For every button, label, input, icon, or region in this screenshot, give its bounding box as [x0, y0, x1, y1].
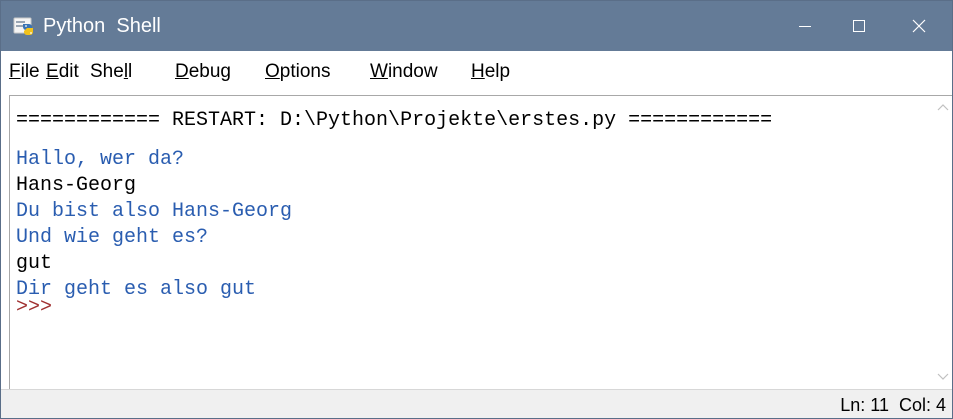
menu-edit[interactable]: Edit [46, 61, 79, 83]
menu-shell-label-start: She [90, 61, 124, 82]
menu-file-label: ile [20, 61, 40, 82]
cursor-position: Ln: 11 Col: 4 [840, 395, 946, 415]
menu-edit-label: dit [58, 61, 79, 82]
menu-edit-mnemonic: E [46, 61, 59, 82]
shell-line-output: Hallo, wer da? [16, 148, 185, 171]
menu-window-label: indow [387, 61, 438, 82]
menu-help-label: elp [484, 61, 511, 82]
close-icon [912, 19, 926, 33]
python-idle-icon [13, 17, 33, 35]
menu-options-label: ptions [279, 61, 331, 82]
menu-debug-mnemonic: D [175, 61, 189, 82]
shell-prompt[interactable]: >>> [16, 295, 52, 321]
maximize-button[interactable] [832, 1, 886, 51]
menu-file[interactable]: File [9, 61, 40, 83]
maximize-icon [853, 20, 865, 32]
shell-line-output: Du bist also Hans-Georg [16, 200, 293, 223]
menu-window-mnemonic: W [370, 61, 388, 82]
python-shell-window: Python Shell File Edit Shell Debug Optio… [0, 0, 953, 419]
menu-debug-label: ebug [188, 61, 232, 82]
menu-help[interactable]: Help [471, 61, 510, 83]
menu-bar: File Edit Shell Debug Options Window Hel… [1, 51, 952, 91]
menu-shell-label-end: l [128, 61, 133, 82]
chevron-up-icon [937, 104, 949, 111]
shell-text-area[interactable]: ============ RESTART: D:\Python\Projekte… [9, 95, 934, 389]
menu-options-mnemonic: O [265, 61, 280, 82]
menu-shell[interactable]: Shell [90, 61, 132, 83]
menu-window[interactable]: Window [370, 61, 438, 83]
minimize-button[interactable] [778, 1, 832, 51]
scroll-down-button[interactable] [934, 368, 952, 386]
close-button[interactable] [886, 1, 952, 51]
scroll-up-button[interactable] [934, 98, 952, 116]
shell-line-output: Und wie geht es? [16, 226, 209, 249]
menu-options[interactable]: Options [265, 61, 330, 83]
title-bar[interactable]: Python Shell [1, 1, 952, 51]
status-bar: Ln: 11 Col: 4 [1, 389, 952, 418]
vertical-scrollbar[interactable] [934, 95, 952, 389]
window-title: Python Shell [43, 15, 161, 37]
menu-debug[interactable]: Debug [175, 61, 231, 83]
menu-file-mnemonic: F [9, 61, 21, 82]
shell-line-input: Hans-Georg [16, 174, 137, 197]
chevron-down-icon [937, 373, 949, 380]
shell-line-input: gut [16, 252, 53, 275]
menu-help-mnemonic: H [471, 61, 485, 82]
minimize-icon [799, 26, 811, 27]
shell-line-restart: ============ RESTART: D:\Python\Projekte… [16, 109, 773, 132]
